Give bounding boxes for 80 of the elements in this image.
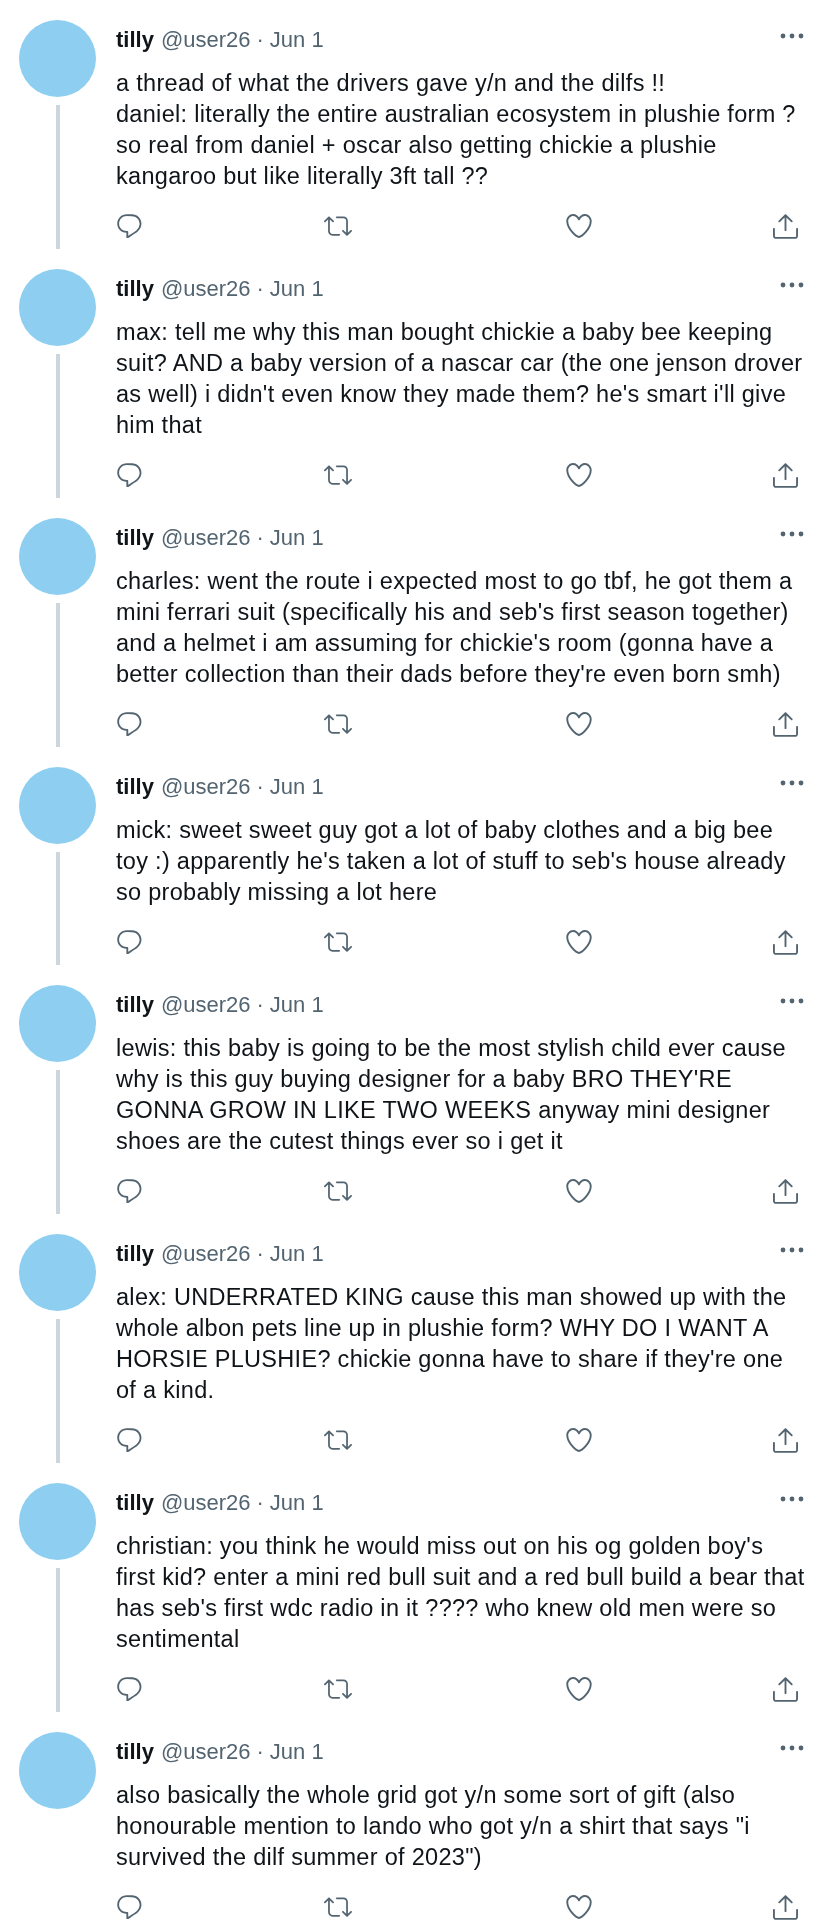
reply-icon[interactable] [117, 1428, 142, 1452]
user-name[interactable]: tilly [116, 1490, 154, 1516]
separator-dot: · [256, 774, 264, 800]
retweet-icon[interactable] [324, 1181, 352, 1201]
more-icon[interactable] [780, 531, 804, 537]
user-handle[interactable]: @user26 [160, 1490, 251, 1516]
heart-icon[interactable] [566, 1179, 592, 1203]
heart-icon[interactable] [566, 1895, 592, 1919]
more-icon[interactable] [780, 33, 804, 39]
tweet-date[interactable]: Jun 1 [269, 1490, 324, 1516]
share-icon[interactable] [773, 462, 798, 488]
share-icon[interactable] [773, 1894, 798, 1920]
tweet-text: charles: went the route i expected most to go tbf, he got them a mini ferrari suit (specifically his and seb's first season together) and a helmet i am assuming for chickie's room (gonna have a better collection than their dads before they're even born smh) [116, 567, 794, 689]
tweet-date[interactable]: Jun 1 [269, 992, 324, 1018]
heart-icon[interactable] [566, 214, 592, 238]
tweet-text: mick: sweet sweet guy got a lot of baby clothes and a big bee toy :) apparently he's taken a lot of stuff to seb's house already so probably missing a lot here [116, 816, 787, 907]
share-icon[interactable] [773, 213, 798, 239]
user-handle[interactable]: @user26 [160, 27, 251, 53]
separator-dot: · [256, 1241, 264, 1267]
heart-icon[interactable] [566, 1428, 592, 1452]
tweet-text: alex: UNDERRATED KING cause this man showed up with the whole albon pets line up in plushie form? WHY DO I WANT A HORSIE PLUSHIE? chickie gonna have to share if they're one of a kind. [116, 1283, 788, 1405]
retweet-icon[interactable] [324, 1430, 352, 1450]
tweet-text: lewis: this baby is going to be the most stylish child ever cause why is this guy buying designer for a baby BRO THEY'RE GONNA GROW IN LIKE TWO WEEKS anyway mini designer shoes are the cutest things ever so i get it [116, 1034, 787, 1156]
user-handle[interactable]: @user26 [160, 992, 251, 1018]
user-name[interactable]: tilly [116, 525, 154, 551]
reply-icon[interactable] [117, 214, 142, 238]
tweet-date[interactable]: Jun 1 [269, 276, 324, 302]
separator-dot: · [256, 1739, 264, 1765]
retweet-icon[interactable] [324, 1679, 352, 1699]
retweet-icon[interactable] [324, 216, 352, 236]
share-icon[interactable] [773, 929, 798, 955]
reply-icon[interactable] [117, 712, 142, 736]
share-icon[interactable] [773, 711, 798, 737]
user-handle[interactable]: @user26 [160, 525, 251, 551]
more-icon[interactable] [780, 780, 804, 786]
user-name[interactable]: tilly [116, 1739, 154, 1765]
more-icon[interactable] [780, 998, 804, 1004]
separator-dot: · [256, 525, 264, 551]
retweet-icon[interactable] [324, 932, 352, 952]
user-handle[interactable]: @user26 [160, 1241, 251, 1267]
more-icon[interactable] [780, 1745, 804, 1751]
reply-icon[interactable] [117, 1677, 142, 1701]
reply-icon[interactable] [117, 463, 142, 487]
user-handle[interactable]: @user26 [160, 276, 251, 302]
tweet-text: max: tell me why this man bought chickie a baby bee keeping suit? AND a baby version of a nascar car (the one jenson drover as well) i didn't even know they made them? he's smart i'll give him that [116, 318, 804, 440]
more-icon[interactable] [780, 1496, 804, 1502]
user-name[interactable]: tilly [116, 27, 154, 53]
tweet-date[interactable]: Jun 1 [269, 1739, 324, 1765]
tweet-date[interactable]: Jun 1 [269, 1241, 324, 1267]
separator-dot: · [256, 276, 264, 302]
heart-icon[interactable] [566, 930, 592, 954]
tweet-date[interactable]: Jun 1 [269, 525, 324, 551]
reply-icon[interactable] [117, 1179, 142, 1203]
reply-icon[interactable] [117, 1895, 142, 1919]
share-icon[interactable] [773, 1676, 798, 1702]
more-icon[interactable] [780, 282, 804, 288]
retweet-icon[interactable] [324, 714, 352, 734]
heart-icon[interactable] [566, 1677, 592, 1701]
reply-icon[interactable] [117, 930, 142, 954]
tweet-date[interactable]: Jun 1 [269, 27, 324, 53]
user-handle[interactable]: @user26 [160, 1739, 251, 1765]
share-icon[interactable] [773, 1427, 798, 1453]
user-name[interactable]: tilly [116, 1241, 154, 1267]
more-icon[interactable] [780, 1247, 804, 1253]
retweet-icon[interactable] [324, 1897, 352, 1917]
user-handle[interactable]: @user26 [160, 774, 251, 800]
user-name[interactable]: tilly [116, 992, 154, 1018]
share-icon[interactable] [773, 1178, 798, 1204]
tweet-text: a thread of what the drivers gave y/n and the dilfs !! daniel: literally the entire australian ecosystem in plushie form ? so real from daniel + oscar also getting chickie a plushie kangaroo but like literally 3ft tall ?? [116, 69, 797, 191]
heart-icon[interactable] [566, 712, 592, 736]
tweet-date[interactable]: Jun 1 [269, 774, 324, 800]
user-name[interactable]: tilly [116, 276, 154, 302]
separator-dot: · [256, 27, 264, 53]
tweet-text: christian: you think he would miss out on his og golden boy's first kid? enter a mini red bull suit and a red bull build a bear that has seb's first wdc radio in it ???? who knew old men were so sentimental [116, 1532, 806, 1654]
separator-dot: · [256, 992, 264, 1018]
retweet-icon[interactable] [324, 465, 352, 485]
user-name[interactable]: tilly [116, 774, 154, 800]
separator-dot: · [256, 1490, 264, 1516]
heart-icon[interactable] [566, 463, 592, 487]
tweet-text: also basically the whole grid got y/n some sort of gift (also honourable mention to lando who got y/n a shirt that says "i survived the dilf summer of 2023") [116, 1781, 751, 1872]
